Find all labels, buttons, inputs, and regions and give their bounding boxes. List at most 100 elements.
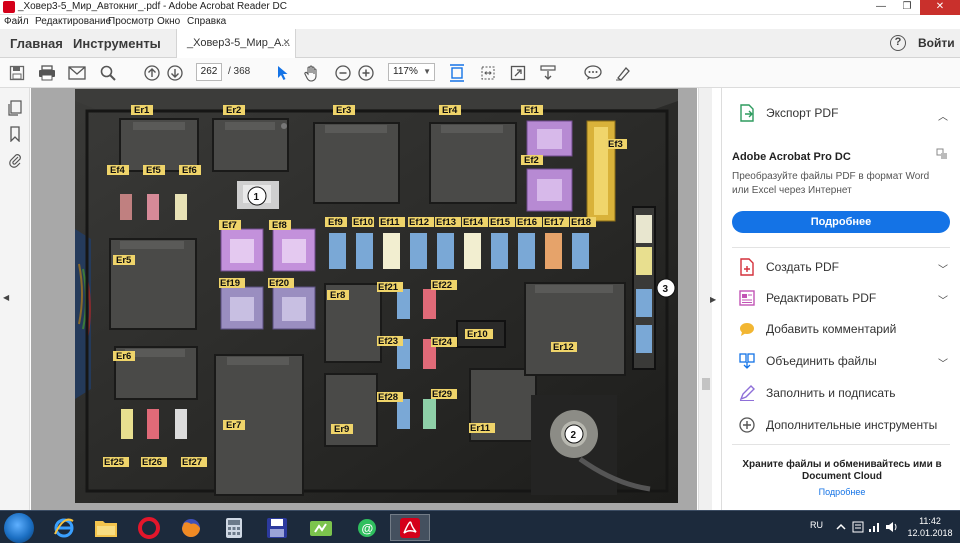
email-icon[interactable] bbox=[67, 63, 87, 83]
gadget-app-icon[interactable] bbox=[301, 514, 341, 541]
opera-icon[interactable] bbox=[129, 514, 169, 541]
print-icon[interactable] bbox=[37, 63, 57, 83]
promo-text: Преобразуйте файлы PDF в формат Word или… bbox=[732, 171, 930, 196]
fill-sign-icon bbox=[738, 384, 756, 402]
action-center-icon[interactable] bbox=[851, 521, 865, 533]
select-cursor-icon[interactable] bbox=[273, 63, 293, 83]
tool-fill-sign[interactable]: Заполнить и подписать bbox=[738, 384, 896, 402]
fuse-label-ef14: Ef14 bbox=[463, 217, 484, 228]
help-icon[interactable]: ? bbox=[890, 35, 906, 51]
tray-expand-icon[interactable] bbox=[834, 521, 848, 533]
full-screen-icon[interactable] bbox=[508, 63, 528, 83]
clock-date: 12.01.2018 bbox=[907, 528, 953, 538]
callout-1: 1 bbox=[254, 192, 260, 203]
close-tab-icon[interactable]: × bbox=[283, 35, 290, 49]
fuse-label-ef28: Ef28 bbox=[378, 392, 398, 403]
document-view[interactable]: Er1 Er2 Er3 Er4 Ef1 Ef2 Ef3 Ef4 Ef5 Ef6 … bbox=[31, 88, 697, 510]
menu-window[interactable]: Окно bbox=[157, 16, 180, 27]
fuse-label-ef7: Ef7 bbox=[222, 220, 237, 231]
tab-home[interactable]: Главная bbox=[10, 36, 63, 51]
file-explorer-icon[interactable] bbox=[86, 514, 126, 541]
document-cloud-text: Храните файлы и обменивайтесь ими в Docu… bbox=[742, 459, 942, 482]
sign-in-link[interactable]: Войти bbox=[918, 36, 955, 50]
convert-icon bbox=[936, 148, 948, 160]
relay-label-er1: Er1 bbox=[134, 105, 150, 116]
language-indicator[interactable]: RU bbox=[810, 520, 823, 530]
document-cloud-link[interactable]: Подробнее bbox=[742, 487, 942, 497]
learn-more-button[interactable]: Подробнее bbox=[732, 211, 950, 233]
tab-document[interactable]: _Ховер3-5_Мир_А... × bbox=[176, 29, 296, 58]
save-icon[interactable] bbox=[7, 63, 27, 83]
fuse-label-ef21: Ef21 bbox=[378, 282, 399, 293]
zoom-out-icon[interactable] bbox=[333, 63, 353, 83]
tool-more-tools[interactable]: Дополнительные инструменты bbox=[738, 416, 937, 434]
zoom-in-icon[interactable] bbox=[356, 63, 376, 83]
messenger-icon[interactable]: @ bbox=[347, 514, 387, 541]
fuse-label-ef24: Ef24 bbox=[432, 337, 453, 348]
window-title: _Ховер3-5_Мир_Автокниг_.pdf - Adobe Acro… bbox=[18, 1, 287, 12]
hand-tool-icon[interactable] bbox=[302, 63, 322, 83]
export-pdf-label: Экспорт PDF bbox=[766, 106, 839, 120]
fuse-label-ef16: Ef16 bbox=[517, 217, 537, 228]
chevron-down-icon[interactable]: ﹀ bbox=[938, 292, 948, 307]
relay-label-er9: Er9 bbox=[334, 424, 349, 435]
collapse-right-icon[interactable]: ▶ bbox=[710, 295, 716, 304]
export-pdf-header[interactable]: Экспорт PDF bbox=[738, 104, 838, 122]
clock-time: 11:42 bbox=[919, 516, 941, 526]
taskbar: @ RU 11:42 12.01.2018 bbox=[0, 510, 960, 543]
page-number-input[interactable]: 262 bbox=[196, 63, 222, 81]
page-total: / 368 bbox=[228, 66, 251, 77]
start-button[interactable] bbox=[4, 513, 34, 543]
save-app-icon[interactable] bbox=[257, 514, 297, 541]
zoom-value: 117% bbox=[393, 66, 418, 77]
next-page-icon[interactable] bbox=[165, 63, 185, 83]
tool-label: Добавить комментарий bbox=[766, 322, 897, 336]
tool-add-comment[interactable]: Добавить комментарий bbox=[738, 320, 896, 338]
promo-title: Adobe Acrobat Pro DC bbox=[732, 151, 851, 163]
previous-page-icon[interactable] bbox=[142, 63, 162, 83]
fuse-label-ef2: Ef2 bbox=[524, 155, 539, 166]
fuse-label-ef5: Ef5 bbox=[146, 165, 162, 176]
chevron-down-icon[interactable]: ﹀ bbox=[938, 355, 948, 370]
fuse-label-ef9: Ef9 bbox=[328, 217, 343, 228]
tab-tools[interactable]: Инструменты bbox=[73, 36, 161, 51]
menu-bar: Файл Редактирование Просмотр Окно Справк… bbox=[0, 15, 960, 29]
highlight-pen-icon[interactable] bbox=[613, 63, 633, 83]
chevron-down-icon[interactable]: ﹀ bbox=[938, 261, 948, 276]
page-thumbnails-icon[interactable] bbox=[8, 100, 22, 116]
fit-page-icon[interactable] bbox=[447, 63, 467, 83]
fuse-label-ef29: Ef29 bbox=[432, 389, 452, 400]
tool-edit-pdf[interactable]: Редактировать PDF bbox=[738, 289, 876, 307]
fit-width-icon[interactable] bbox=[478, 63, 498, 83]
attachments-icon[interactable] bbox=[8, 152, 22, 168]
collapse-left-icon[interactable]: ◀ bbox=[3, 293, 9, 302]
firefox-icon[interactable] bbox=[171, 514, 211, 541]
search-icon[interactable] bbox=[98, 63, 118, 83]
menu-view[interactable]: Просмотр bbox=[108, 16, 154, 27]
maximize-button[interactable]: ❐ bbox=[894, 0, 920, 15]
menu-edit[interactable]: Редактирование bbox=[35, 16, 111, 27]
tool-create-pdf[interactable]: Создать PDF bbox=[738, 258, 839, 276]
relay-label-er6: Er6 bbox=[116, 351, 131, 362]
scroll-mode-icon[interactable] bbox=[538, 63, 558, 83]
tool-label: Заполнить и подписать bbox=[766, 386, 896, 400]
menu-file[interactable]: Файл bbox=[4, 16, 29, 27]
comment-icon[interactable] bbox=[583, 63, 603, 83]
tool-combine-files[interactable]: Объединить файлы bbox=[738, 352, 877, 370]
scrollbar-thumb[interactable] bbox=[702, 378, 710, 390]
fuse-label-ef17: Ef17 bbox=[544, 217, 564, 228]
acrobat-taskbar-icon[interactable] bbox=[390, 514, 430, 541]
volume-icon[interactable] bbox=[885, 521, 899, 533]
relay-label-er10: Er10 bbox=[467, 329, 488, 340]
chevron-up-icon[interactable]: ︿ bbox=[938, 108, 948, 123]
minimize-button[interactable]: — bbox=[868, 0, 894, 15]
calculator-icon[interactable] bbox=[214, 514, 254, 541]
internet-explorer-icon[interactable] bbox=[44, 514, 84, 541]
network-icon[interactable] bbox=[868, 521, 882, 533]
menu-help[interactable]: Справка bbox=[187, 16, 226, 27]
bookmarks-icon[interactable] bbox=[8, 126, 22, 143]
fuse-label-ef3: Ef3 bbox=[608, 139, 623, 150]
close-window-button[interactable]: ✕ bbox=[920, 0, 960, 15]
system-clock[interactable]: 11:42 12.01.2018 bbox=[902, 515, 958, 539]
zoom-select[interactable]: 117% ▼ bbox=[388, 63, 435, 81]
